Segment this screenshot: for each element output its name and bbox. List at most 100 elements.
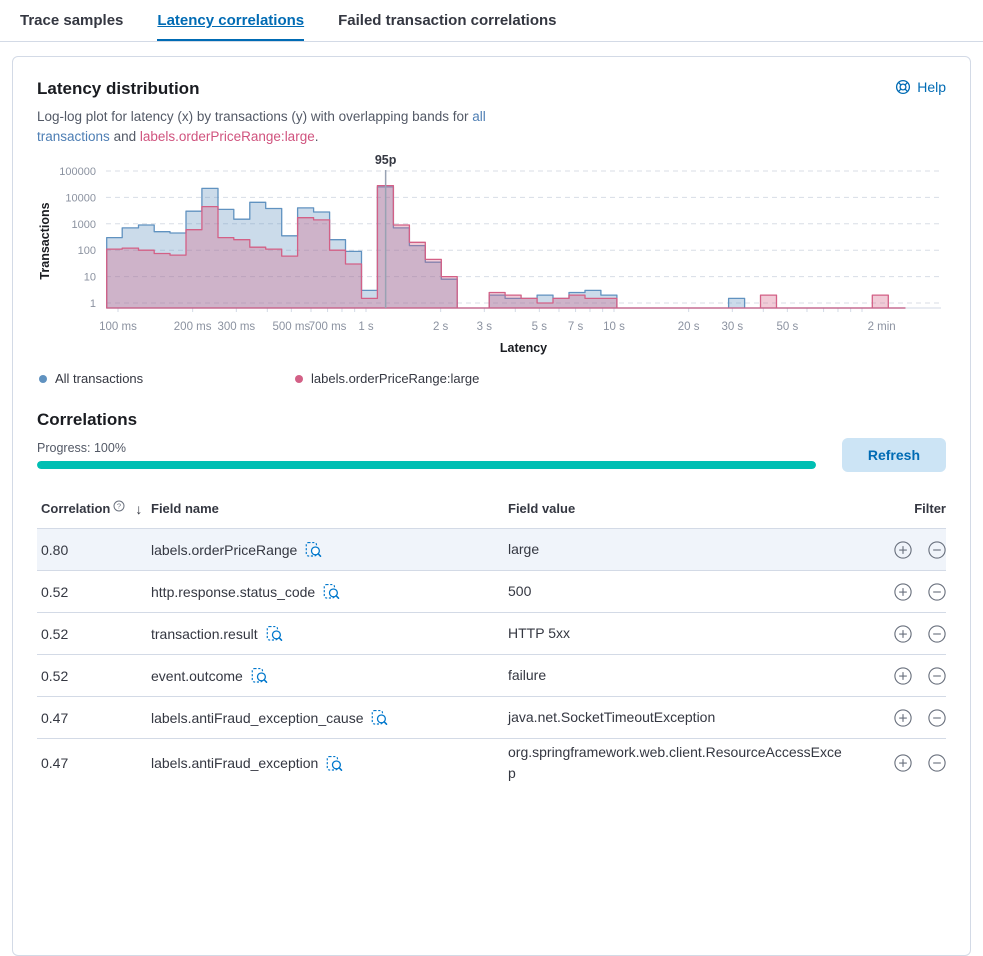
filter-exclude-button[interactable] [928, 709, 946, 727]
svg-text:5 s: 5 s [532, 321, 548, 333]
table-row: 0.80labels.orderPriceRange large [37, 528, 946, 570]
sort-descending-icon[interactable]: ↓ [135, 501, 142, 517]
field-stats-icon[interactable] [266, 625, 283, 642]
filter-include-button[interactable] [894, 583, 912, 601]
filter-exclude-button[interactable] [928, 583, 946, 601]
question-icon[interactable]: ? [113, 500, 125, 512]
help-icon [895, 79, 911, 95]
field-stats-icon[interactable] [251, 667, 268, 684]
svg-text:300 ms: 300 ms [217, 321, 255, 333]
table-row: 0.52http.response.status_code 500 [37, 570, 946, 612]
tab-failed-transaction-correlations[interactable]: Failed transaction correlations [338, 12, 556, 41]
description-text: Log-log plot for latency (x) by transact… [37, 109, 468, 124]
correlation-value: 0.80 [37, 542, 151, 558]
svg-text:2 s: 2 s [433, 321, 449, 333]
help-link[interactable]: Help [895, 79, 946, 95]
field-name-value: labels.antiFraud_exception_cause [151, 710, 363, 726]
field-value-value: large [508, 539, 854, 560]
progress-label: Progress: 100% [37, 441, 816, 455]
svg-text:20 s: 20 s [678, 321, 700, 333]
svg-text:100000: 100000 [59, 166, 96, 178]
filter-exclude-button[interactable] [928, 541, 946, 559]
svg-text:1000: 1000 [72, 219, 96, 231]
svg-text:200 ms: 200 ms [174, 321, 212, 333]
legend-dot-pink [295, 375, 303, 383]
table-header-row: Correlation ? ↓ Field name Field value F… [37, 490, 946, 528]
filter-include-button[interactable] [894, 754, 912, 772]
table-row: 0.47labels.antiFraud_exception org.spring… [37, 738, 946, 787]
filter-exclude-button[interactable] [928, 667, 946, 685]
field-stats-icon[interactable] [326, 755, 343, 772]
field-name-value: transaction.result [151, 626, 258, 642]
description-period: . [315, 129, 319, 144]
correlation-value: 0.52 [37, 626, 151, 642]
field-value-column-header: Field value [508, 498, 854, 519]
legend-all-transactions[interactable]: All transactions [39, 371, 295, 386]
legend-label: All transactions [55, 371, 143, 386]
help-label: Help [917, 79, 946, 95]
svg-text:95p: 95p [375, 153, 397, 167]
filter-include-button[interactable] [894, 709, 912, 727]
legend-dot-blue [39, 375, 47, 383]
svg-text:3 s: 3 s [477, 321, 493, 333]
progress-fill [37, 461, 816, 469]
svg-text:Transactions: Transactions [38, 202, 52, 279]
chart-legend: All transactions labels.orderPriceRange:… [37, 371, 946, 386]
progress-bar [37, 461, 816, 469]
field-name-value: labels.antiFraud_exception [151, 755, 318, 771]
page-title: Latency distribution [37, 79, 199, 99]
filter-exclude-button[interactable] [928, 625, 946, 643]
svg-text:100 ms: 100 ms [99, 321, 137, 333]
svg-text:500 ms: 500 ms [272, 321, 310, 333]
field-stats-icon[interactable] [323, 583, 340, 600]
order-price-range-link[interactable]: labels.orderPriceRange:large [140, 129, 315, 144]
tab-trace-samples[interactable]: Trace samples [20, 12, 123, 41]
latency-correlations-panel: Latency distribution Help Log-log plot f… [12, 56, 971, 956]
svg-text:10000: 10000 [65, 192, 96, 204]
field-name-column-header: Field name [151, 501, 219, 516]
correlation-column-header: Correlation [41, 501, 110, 516]
correlations-table: Correlation ? ↓ Field name Field value F… [37, 490, 946, 787]
tab-bar: Trace samples Latency correlations Faile… [0, 0, 983, 42]
filter-include-button[interactable] [894, 541, 912, 559]
latency-chart[interactable]: 1 10 100 1000 10000 100000 100 ms 200 ms 300 ms 5… [37, 153, 957, 357]
svg-text:10: 10 [84, 272, 96, 284]
chart-description: Log-log plot for latency (x) by transact… [37, 107, 517, 147]
legend-order-price-range[interactable]: labels.orderPriceRange:large [295, 371, 551, 386]
correlation-value: 0.47 [37, 755, 151, 771]
filter-include-button[interactable] [894, 667, 912, 685]
filter-include-button[interactable] [894, 625, 912, 643]
field-name-value: labels.orderPriceRange [151, 542, 297, 558]
table-row: 0.47labels.antiFraud_exception_causejava… [37, 696, 946, 738]
svg-text:2 min: 2 min [868, 321, 896, 333]
correlations-table-body: 0.80labels.orderPriceRangelarge0.52http.… [37, 528, 946, 787]
tab-latency-correlations[interactable]: Latency correlations [157, 12, 304, 41]
svg-text:?: ? [117, 501, 121, 510]
field-value-value: 500 [508, 581, 854, 602]
svg-text:1: 1 [90, 298, 96, 310]
svg-text:30 s: 30 s [721, 321, 743, 333]
field-value-value: org.springframework.web.client.ResourceA… [508, 742, 854, 784]
field-stats-icon[interactable] [305, 541, 322, 558]
svg-text:7 s: 7 s [568, 321, 584, 333]
svg-text:700 ms: 700 ms [309, 321, 347, 333]
svg-text:100: 100 [78, 245, 96, 257]
filter-column-header: Filter [854, 501, 946, 516]
field-value-value: failure [508, 665, 854, 686]
field-stats-icon[interactable] [371, 709, 388, 726]
table-row: 0.52transaction.result HTTP 5xx [37, 612, 946, 654]
legend-label: labels.orderPriceRange:large [311, 371, 479, 386]
svg-text:50 s: 50 s [776, 321, 798, 333]
description-conjunction: and [114, 129, 137, 144]
svg-text:1 s: 1 s [358, 321, 374, 333]
correlation-value: 0.47 [37, 710, 151, 726]
field-name-value: http.response.status_code [151, 584, 315, 600]
svg-text:10 s: 10 s [603, 321, 625, 333]
refresh-button[interactable]: Refresh [842, 438, 946, 472]
correlations-heading: Correlations [37, 410, 946, 430]
field-value-value: HTTP 5xx [508, 623, 854, 644]
correlation-value: 0.52 [37, 584, 151, 600]
filter-exclude-button[interactable] [928, 754, 946, 772]
table-row: 0.52event.outcomefailure [37, 654, 946, 696]
field-name-value: event.outcome [151, 668, 243, 684]
